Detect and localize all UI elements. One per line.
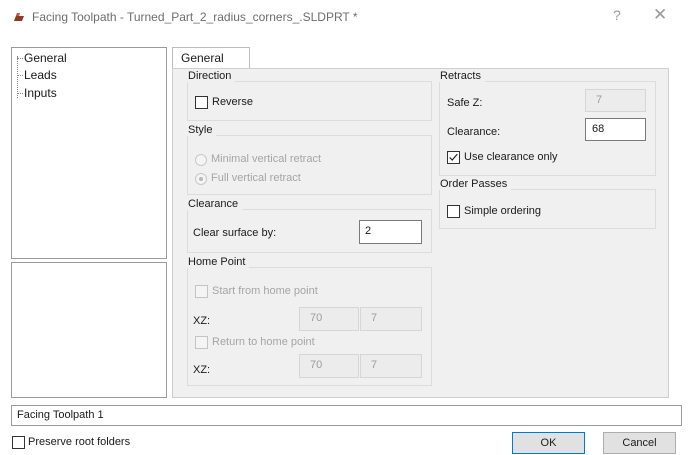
safe-z-label: Safe Z: <box>447 97 483 109</box>
settings-panel: Direction Reverse Style Minimal vertical… <box>172 68 669 398</box>
preserve-root-folders-checkbox[interactable] <box>12 436 25 449</box>
return-home-label: Return to home point <box>212 336 315 348</box>
window-title: Facing Toolpath - Turned_Part_2_radius_c… <box>32 10 358 24</box>
return-xz-label: XZ: <box>193 364 211 376</box>
clearance-input[interactable]: 68 <box>585 118 646 141</box>
app-icon <box>14 13 24 21</box>
safe-z-input[interactable]: 7 <box>585 89 646 112</box>
minimal-retract-radio[interactable] <box>195 154 207 166</box>
full-retract-label: Full vertical retract <box>211 172 301 184</box>
toolpath-name-input[interactable]: Facing Toolpath 1 <box>11 405 682 426</box>
clear-surface-input[interactable]: 2 <box>359 220 422 244</box>
clearance-group: Clearance Clear surface by: 2 <box>184 198 432 253</box>
ok-button[interactable]: OK <box>512 432 585 454</box>
retracts-title: Retracts <box>436 70 485 82</box>
start-home-checkbox[interactable] <box>195 285 208 298</box>
order-passes-group: Order Passes Simple ordering <box>436 178 656 229</box>
reverse-checkbox[interactable] <box>195 96 208 109</box>
start-xz-label: XZ: <box>193 315 211 327</box>
clearance-title: Clearance <box>184 198 243 210</box>
return-home-checkbox[interactable] <box>195 336 208 349</box>
tree-item-inputs[interactable]: Inputs <box>24 86 57 100</box>
start-z-input[interactable]: 7 <box>360 307 422 331</box>
radio-selected-dot <box>199 177 203 181</box>
tree-connector <box>17 93 23 94</box>
tree-connector <box>17 75 23 76</box>
return-z-input[interactable]: 7 <box>360 354 422 378</box>
return-x-input[interactable]: 70 <box>299 354 359 378</box>
full-retract-radio[interactable] <box>195 173 207 185</box>
tab-general[interactable]: General <box>172 47 250 69</box>
style-title: Style <box>184 124 217 136</box>
home-point-group: Home Point Start from home point XZ: 70 … <box>184 256 432 386</box>
tree-item-general[interactable]: General <box>24 51 67 65</box>
tree-connector <box>17 56 18 98</box>
tree-connector <box>17 58 23 59</box>
tree-item-leads[interactable]: Leads <box>24 68 57 82</box>
home-point-title: Home Point <box>184 256 250 268</box>
checkmark-icon <box>449 153 458 161</box>
simple-ordering-label: Simple ordering <box>464 205 542 217</box>
close-icon[interactable]: ✕ <box>653 5 667 25</box>
preview-pane <box>11 262 167 398</box>
clearance-label: Clearance: <box>447 126 501 138</box>
clear-surface-label: Clear surface by: <box>193 227 277 239</box>
cancel-button[interactable]: Cancel <box>603 432 676 454</box>
simple-ordering-checkbox[interactable] <box>447 205 460 218</box>
retracts-group: Retracts Safe Z: 7 Clearance: 68 Use cle… <box>436 70 656 176</box>
use-clearance-only-checkbox[interactable] <box>447 151 460 164</box>
start-x-input[interactable]: 70 <box>299 307 359 331</box>
minimal-retract-label: Minimal vertical retract <box>211 153 322 165</box>
navigation-tree: General Leads Inputs <box>11 47 167 259</box>
help-icon[interactable]: ? <box>613 7 621 23</box>
use-clearance-only-label: Use clearance only <box>464 151 558 163</box>
start-home-label: Start from home point <box>212 285 318 297</box>
direction-group: Direction Reverse <box>184 70 432 121</box>
title-bar: Facing Toolpath - Turned_Part_2_radius_c… <box>0 0 688 30</box>
reverse-label: Reverse <box>212 96 253 108</box>
order-passes-title: Order Passes <box>436 178 512 190</box>
preserve-root-folders-label: Preserve root folders <box>28 436 131 448</box>
direction-title: Direction <box>184 70 236 82</box>
style-group: Style Minimal vertical retract Full vert… <box>184 124 432 195</box>
